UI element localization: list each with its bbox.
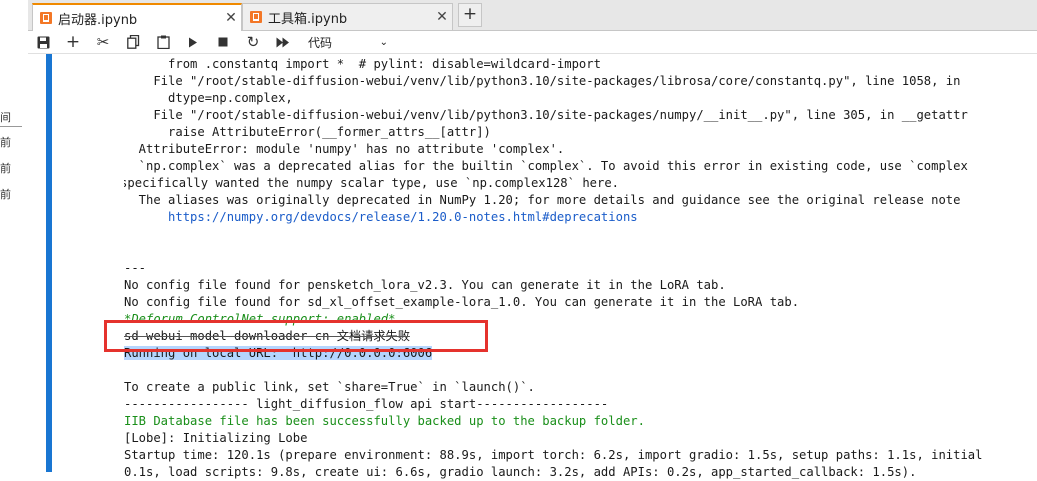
cut-button[interactable]: ✂ [88,31,118,53]
file-browser-strip: 间 前 前 前 [0,0,29,472]
output-line: To create a public link, set `share=True… [124,379,1037,396]
output-line-text: The aliases was originally deprecated in… [124,193,961,207]
play-icon [189,37,197,47]
add-tab-button[interactable]: + [458,3,482,27]
output-line: raise AttributeError(__former_attrs__[at… [124,124,1037,141]
restart-icon: ↻ [246,33,260,51]
tab-label: 工具箱.ipynb [268,11,348,27]
plus-icon: + [65,31,81,52]
output-line-text: 0.1s, load scripts: 9.8s, create ui: 6.6… [124,465,917,479]
output-line: AttributeError: module 'numpy' has no at… [124,141,1037,158]
output-line: https://numpy.org/devdocs/release/1.20.0… [124,209,1037,226]
close-icon[interactable]: ✕ [221,10,241,26]
tab-label: 启动器.ipynb [58,12,138,28]
file-browser-label[interactable]: 前 [0,189,11,201]
cell-type-value: 代码 [308,35,333,50]
annotation-highlight-box [104,320,488,352]
output-line-text: To create a public link, set `share=True… [124,380,535,394]
run-button[interactable] [178,31,208,53]
restart-run-all-button[interactable] [268,31,298,53]
fast-forward-icon [276,37,289,47]
output-line-text: `np.complex` was a deprecated alias for … [124,159,968,173]
chevron-down-icon: ⌄ [379,36,388,48]
output-line: Startup time: 120.1s (prepare environmen… [124,447,1037,464]
output-line-text: ----------------- light_diffusion_flow a… [124,397,609,411]
notebook-toolbar: + ✂ ↻ 代码 ⌄ [28,31,1037,54]
output-line-text: Startup time: 120.1s (prepare environmen… [124,448,983,462]
file-browser-divider [0,126,22,127]
output-line-text[interactable]: https://numpy.org/devdocs/release/1.20.0… [124,210,638,224]
file-browser-label[interactable]: 前 [0,137,11,149]
output-line: The aliases was originally deprecated in… [124,192,1037,209]
output-line: dtype=np.complex, [124,90,1037,107]
output-line: 0.1s, load scripts: 9.8s, create ui: 6.6… [124,464,1037,481]
output-line: s safe. If you specifically wanted the n… [124,175,1037,192]
save-button[interactable] [28,31,58,53]
notebook-tab-bar: 启动器.ipynb ✕ 工具箱.ipynb ✕ + [28,0,1037,31]
restart-button[interactable]: ↻ [238,31,268,53]
output-line: --- [124,260,1037,277]
output-line-text: raise AttributeError(__former_attrs__[at… [124,125,491,139]
tab-toolbox-notebook[interactable]: 工具箱.ipynb ✕ [242,3,453,30]
notebook-icon [250,11,262,23]
copy-icon [126,35,139,49]
output-line: IIB Database file has been successfully … [124,413,1037,430]
output-line: No config file found for pensketch_lora_… [124,277,1037,294]
output-line-text: No config file found for pensketch_lora_… [124,278,726,292]
output-line-text: File "/root/stable-diffusion-webui/venv/… [124,108,968,122]
stop-icon [218,37,228,47]
tab-launcher-notebook[interactable]: 启动器.ipynb ✕ [32,3,242,31]
scissors-icon: ✂ [96,33,110,51]
cell-output: from .constantq import * # pylint: disab… [124,56,1037,481]
copy-button[interactable] [118,31,148,53]
file-browser-label: 间 [0,111,11,124]
output-line: No config file found for sd_xl_offset_ex… [124,294,1037,311]
output-line-text: No config file found for sd_xl_offset_ex… [124,295,800,309]
close-icon[interactable]: ✕ [432,9,452,25]
paste-icon [156,35,170,49]
output-line: File "/root/stable-diffusion-webui/venv/… [124,107,1037,124]
cell-type-select[interactable]: 代码 ⌄ [308,34,388,51]
stop-button[interactable] [208,31,238,53]
output-line-text: dtype=np.complex, [124,91,293,105]
paste-button[interactable] [148,31,178,53]
output-line: [Lobe]: Initializing Lobe [124,430,1037,447]
output-line: File "/root/stable-diffusion-webui/venv/… [124,73,1037,90]
output-line-text: s safe. If you specifically wanted the n… [124,176,620,190]
file-browser-label[interactable]: 前 [0,163,11,175]
output-line-text: --- [124,261,147,275]
output-line-text: AttributeError: module 'numpy' has no at… [124,142,565,156]
output-line: `np.complex` was a deprecated alias for … [124,158,1037,175]
active-cell-indicator[interactable] [46,54,52,472]
output-line: from .constantq import * # pylint: disab… [124,56,1037,73]
save-icon [37,36,49,48]
output-line-text: from .constantq import * # pylint: disab… [124,57,601,71]
output-line-text: File "/root/stable-diffusion-webui/venv/… [124,74,961,88]
output-line: ----------------- light_diffusion_flow a… [124,396,1037,413]
notebook-panel[interactable]: from .constantq import * # pylint: disab… [28,54,1037,479]
notebook-icon [40,12,52,24]
output-line-text: [Lobe]: Initializing Lobe [124,431,308,445]
output-line-text: IIB Database file has been successfully … [124,414,645,428]
insert-cell-button[interactable]: + [58,31,88,53]
